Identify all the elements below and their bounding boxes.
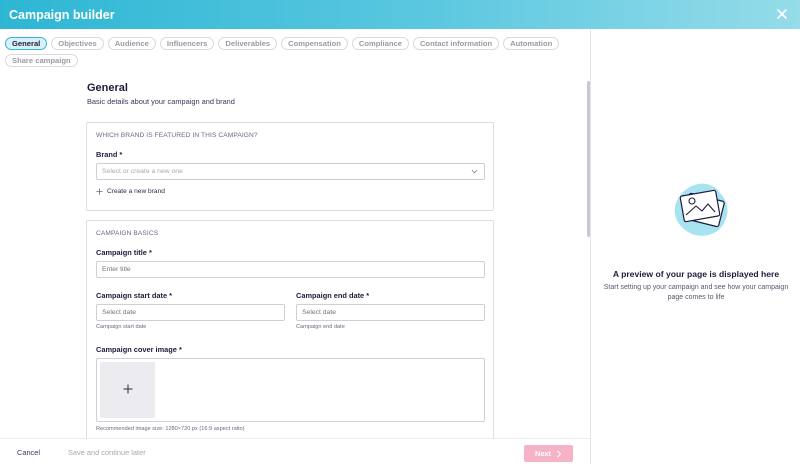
brand-card-heading: WHICH BRAND IS FEATURED IN THIS CAMPAIGN… [96,132,258,139]
section-title: General [87,82,128,94]
form-scroll-area: General Basic details about your campaig… [0,79,590,438]
tab-contact-information[interactable]: Contact information [412,37,500,50]
end-date-help: Campaign end date [296,324,345,330]
start-date-help: Campaign start date [96,324,147,330]
cover-image-add-button[interactable] [100,362,155,418]
save-later-button[interactable]: Save and continue later [68,448,146,457]
modal-title: Campaign builder [9,7,115,22]
tab-automation[interactable]: Automation [503,37,560,50]
basics-card-heading: CAMPAIGN BASICS [96,230,159,237]
tab-influencers[interactable]: Influencers [159,37,215,50]
chevron-right-icon [557,450,562,457]
preview-panel: A preview of your page is displayed here… [590,29,800,464]
end-date-input[interactable] [296,304,485,321]
tab-share-campaign[interactable]: Share campaign [5,54,78,67]
cover-image-dropzone[interactable] [96,358,485,422]
builder-panel: General Objectives Audience Influencers … [0,29,590,438]
preview-title: A preview of your page is displayed here [612,269,780,279]
brand-select-placeholder: Select or create a new one [102,168,183,175]
campaign-title-label: Campaign title * [96,248,152,257]
modal-header: Campaign builder [0,0,800,29]
start-date-label: Campaign start date * [96,291,172,300]
footer-bar: Cancel Save and continue later Next [0,438,590,464]
tab-compensation[interactable]: Compensation [281,37,348,50]
cancel-button[interactable]: Cancel [17,448,40,457]
campaign-title-input[interactable] [96,261,485,278]
next-button-label: Next [534,449,552,458]
tab-deliverables[interactable]: Deliverables [218,37,278,50]
tab-audience[interactable]: Audience [107,37,156,50]
brand-label: Brand * [96,150,123,159]
preview-subtitle: Start setting up your campaign and see h… [603,284,789,301]
section-subtitle: Basic details about your campaign and br… [87,97,235,106]
tab-bar: General Objectives Audience Influencers … [5,37,585,67]
tab-compliance[interactable]: Compliance [351,37,409,50]
chevron-down-icon [471,169,478,174]
brand-card: WHICH BRAND IS FEATURED IN THIS CAMPAIGN… [86,122,494,211]
start-date-input[interactable] [96,304,285,321]
next-button[interactable]: Next [524,445,573,462]
image-preview-icon [674,183,728,236]
tab-objectives[interactable]: Objectives [51,37,104,50]
cover-image-label: Campaign cover image * [96,345,182,354]
create-brand-link[interactable]: Create a new brand [96,188,165,195]
end-date-label: Campaign end date * [296,291,370,300]
brand-select[interactable]: Select or create a new one [96,163,485,180]
plus-icon [123,384,133,394]
create-brand-label: Create a new brand [107,188,165,195]
close-icon[interactable] [775,7,789,21]
plus-icon [96,188,103,195]
campaign-basics-card: CAMPAIGN BASICS Campaign title * Campaig… [86,220,494,438]
tab-general[interactable]: General [5,37,48,50]
cover-image-help: Recommended image size: 1280×720 px (16:… [96,426,245,432]
